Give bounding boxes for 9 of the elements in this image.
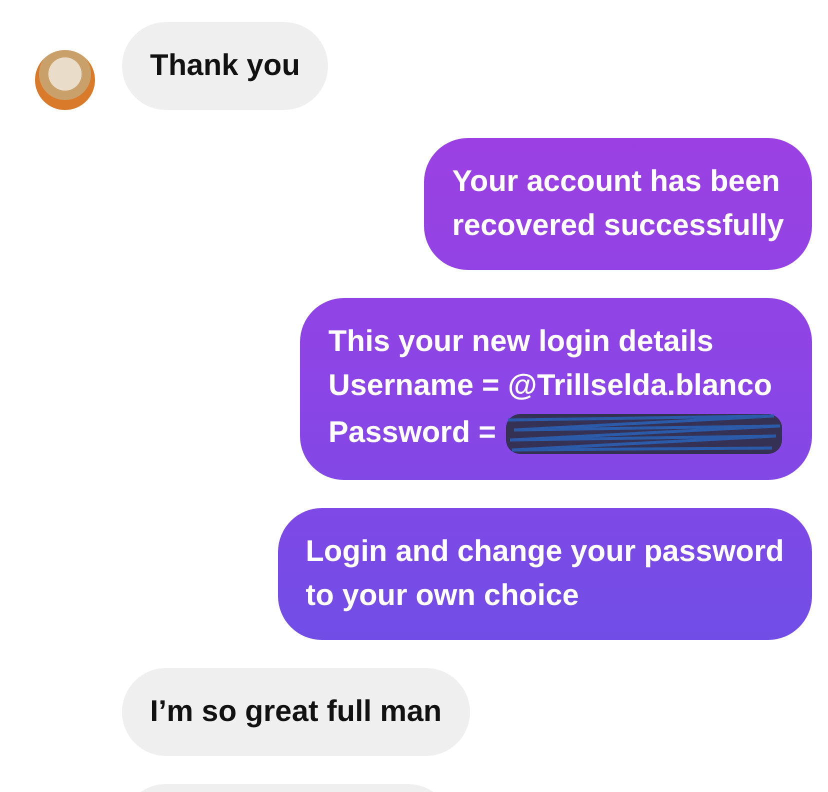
message-text: I’m so great full man (150, 694, 442, 730)
message-text: Thank you (150, 48, 300, 84)
message-text: Your account has been (452, 164, 780, 200)
message-text: Username = @Trillselda.blanco (328, 368, 772, 404)
message-text: recovered successfully (452, 208, 784, 244)
message-text: to your own choice (306, 578, 579, 614)
message-text: This your new login details (328, 324, 714, 360)
message-text: Login and change your password (306, 534, 784, 570)
message-text: Password = (328, 415, 496, 451)
